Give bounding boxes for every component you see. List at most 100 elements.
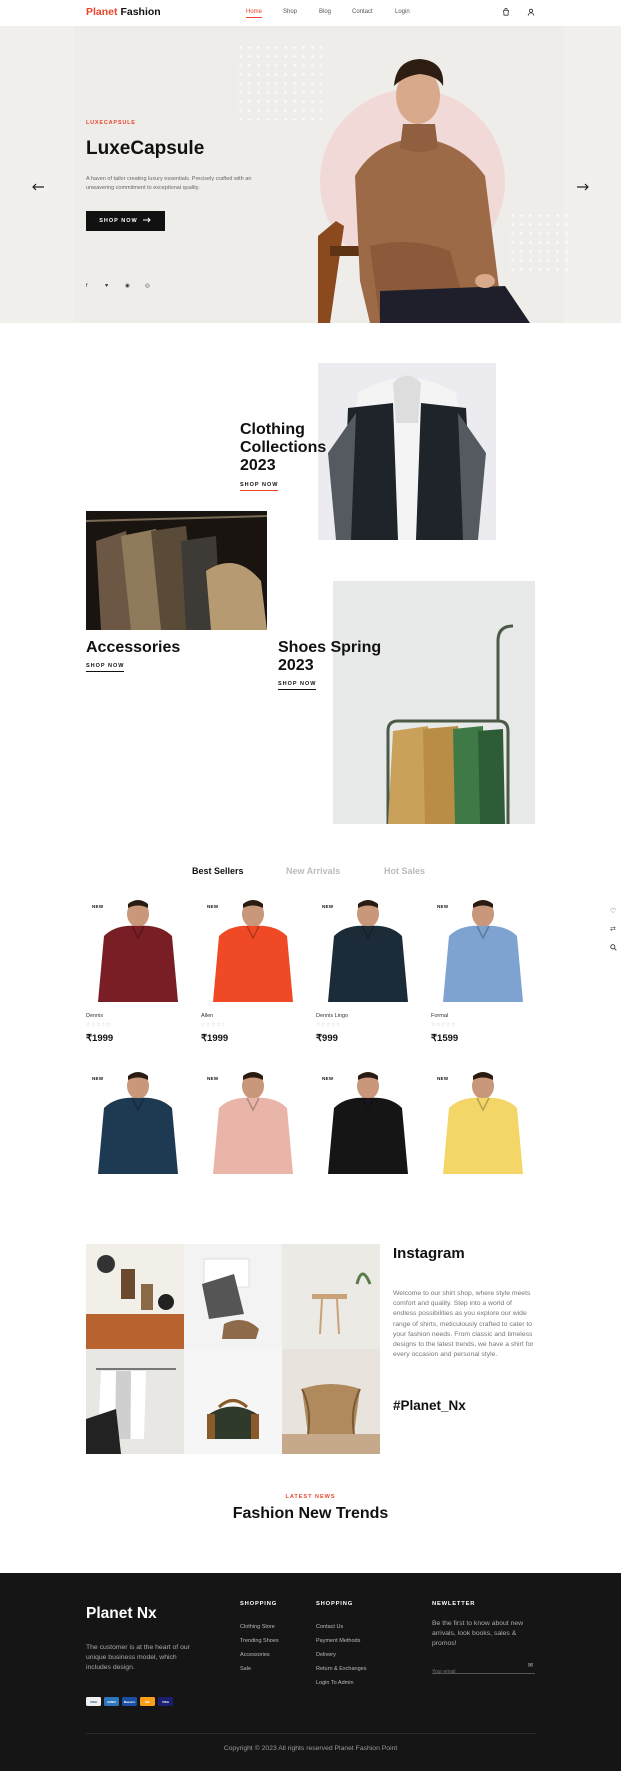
payment-maestro-icon: Maestro [122, 1697, 137, 1706]
footer-divider [86, 1733, 536, 1734]
news-title: Fashion New Trends [232, 1505, 389, 1522]
footer-link[interactable]: Trending Shoes [240, 1638, 279, 1644]
brand-logo[interactable]: Planet Fashion [86, 6, 161, 18]
footer-link[interactable]: Sale [240, 1666, 251, 1672]
instagram-hashtag[interactable]: #Planet_Nx [393, 1398, 466, 1413]
hero-shop-now-button[interactable]: SHOP NOW [86, 211, 165, 231]
product-name[interactable]: Formal [431, 1013, 448, 1019]
new-badge: NEW [207, 904, 219, 909]
product-price: ₹999 [316, 1033, 338, 1044]
footer-link[interactable]: Delivery [316, 1652, 336, 1658]
rating-stars-icon: ☆☆☆☆☆ [86, 1022, 111, 1028]
arrow-right-icon [142, 217, 152, 225]
newsletter-email-input[interactable] [432, 1666, 522, 1678]
bag-icon[interactable] [502, 8, 510, 18]
tab-new-arrivals[interactable]: New Arrivals [286, 866, 340, 876]
new-badge: NEW [322, 1076, 334, 1081]
payment-visa-icon: VISA [86, 1697, 101, 1706]
product-image[interactable] [201, 1068, 305, 1174]
product-price: ₹1999 [86, 1033, 114, 1044]
hero-banner: LUXECAPSULE LuxeCapsule A haven of tailo… [0, 26, 621, 323]
payment-visa-icon: VISA [158, 1697, 173, 1706]
rating-stars-icon: ☆☆☆☆☆ [431, 1022, 456, 1028]
hero-button-label: SHOP NOW [99, 218, 138, 224]
footer-link[interactable]: Contact Us [316, 1624, 343, 1630]
search-icon[interactable] [610, 944, 617, 953]
new-badge: NEW [437, 1076, 449, 1081]
facebook-icon[interactable]: f [86, 283, 88, 289]
pinterest-icon[interactable]: ◉ [125, 283, 130, 289]
footer-link[interactable]: Accessories [240, 1652, 270, 1658]
instagram-icon[interactable]: ◎ [145, 283, 150, 289]
footer-about: The customer is at the heart of our uniq… [86, 1644, 190, 1671]
footer-link[interactable]: Clothing Store [240, 1624, 275, 1630]
next-slide-arrow-icon[interactable] [577, 179, 590, 194]
twitter-icon[interactable]: ♥ [105, 283, 108, 289]
footer-link[interactable]: Return & Exchanges [316, 1666, 366, 1672]
site-footer: Planet Nx The customer is at the heart o… [0, 1573, 621, 1771]
hero-description: A haven of tailor creating luxury essent… [86, 176, 252, 191]
nav-login[interactable]: Login [395, 9, 410, 15]
nav-blog[interactable]: Blog [319, 9, 331, 15]
instagram-photo[interactable] [184, 1349, 282, 1454]
accessories-collection-image [86, 511, 267, 630]
nav-home[interactable]: Home [246, 9, 263, 18]
product-image[interactable] [86, 896, 190, 1002]
prev-slide-arrow-icon[interactable] [31, 179, 44, 194]
instagram-photo[interactable] [282, 1244, 380, 1349]
brand-part2: Fashion [120, 6, 161, 18]
product-name[interactable]: Dennis [86, 1013, 103, 1019]
payment-mastercard-icon: MC [140, 1697, 155, 1706]
footer-copyright: Copyright © 2023 All rights reserved Pla… [223, 1745, 398, 1752]
product-image[interactable] [431, 1068, 535, 1174]
product-name[interactable]: Allen [201, 1013, 213, 1019]
hero-model-image [318, 59, 530, 323]
footer-link[interactable]: Login To Admin [316, 1680, 354, 1686]
rating-stars-icon: ☆☆☆☆☆ [201, 1022, 226, 1028]
heart-icon[interactable]: ♡ [610, 907, 616, 915]
product-image[interactable] [316, 896, 420, 1002]
footer-col2-heading: SHOPPING [316, 1601, 354, 1607]
newsletter-form: ✉ [432, 1660, 535, 1678]
product-image[interactable] [86, 1068, 190, 1174]
footer-brand[interactable]: Planet Nx [86, 1605, 157, 1623]
nav-shop[interactable]: Shop [283, 9, 297, 15]
collection-link-clothing[interactable]: SHOP NOW [240, 482, 279, 491]
new-badge: NEW [92, 1076, 104, 1081]
collection-title-accessories: Accessories [86, 639, 181, 656]
collection-link-accessories[interactable]: SHOP NOW [86, 663, 125, 672]
footer-newsletter-text: Be the first to know about new arrivals,… [432, 1620, 524, 1647]
instagram-photo[interactable] [86, 1244, 184, 1349]
instagram-title: Instagram [393, 1245, 465, 1262]
rating-stars-icon: ☆☆☆☆☆ [316, 1022, 341, 1028]
hero-eyebrow: LUXECAPSULE [86, 120, 136, 126]
product-name[interactable]: Dennis Lingo [316, 1013, 348, 1019]
new-badge: NEW [92, 904, 104, 909]
footer-col1-heading: SHOPPING [240, 1601, 278, 1607]
instagram-photo[interactable] [184, 1244, 282, 1349]
footer-link[interactable]: Payment Methods [316, 1638, 360, 1644]
nav-contact[interactable]: Contact [352, 9, 373, 15]
new-badge: NEW [207, 1076, 219, 1081]
shoes-collection-image [333, 581, 535, 824]
footer-newsletter-heading: NEWLETTER [432, 1601, 476, 1607]
product-image[interactable] [431, 896, 535, 1002]
new-badge: NEW [322, 904, 334, 909]
brand-part1: Planet [86, 6, 118, 18]
product-image[interactable] [316, 1068, 420, 1174]
send-mail-icon[interactable]: ✉ [528, 1662, 533, 1669]
tab-best-sellers[interactable]: Best Sellers [192, 866, 244, 876]
site-header: Planet Fashion Home Shop Blog Contact Lo… [0, 0, 621, 26]
instagram-text: Welcome to our shirt shop, where style m… [393, 1290, 534, 1359]
instagram-photo[interactable] [86, 1349, 184, 1454]
tab-hot-sales[interactable]: Hot Sales [384, 866, 425, 876]
compare-icon[interactable]: ⇄ [610, 925, 616, 933]
product-price: ₹1999 [201, 1033, 229, 1044]
new-badge: NEW [437, 904, 449, 909]
collection-title-clothing: Clothing Collections 2023 [240, 421, 327, 474]
product-image[interactable] [201, 896, 305, 1002]
product-price: ₹1599 [431, 1033, 459, 1044]
collection-link-shoes[interactable]: SHOP NOW [278, 681, 317, 690]
user-icon[interactable] [527, 8, 535, 18]
instagram-photo[interactable] [282, 1349, 380, 1454]
